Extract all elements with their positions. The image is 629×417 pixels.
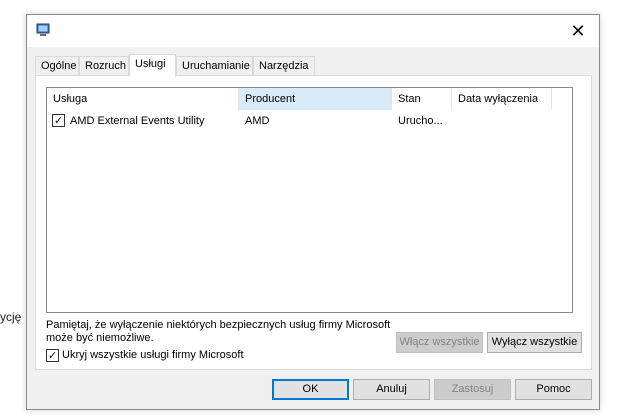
hide-microsoft-checkbox[interactable]: ✓: [46, 349, 59, 362]
app-icon: [36, 23, 50, 36]
table-row[interactable]: ✓ AMD External Events Utility AMD Urucho…: [47, 112, 572, 130]
close-button[interactable]: ✕: [557, 15, 599, 47]
service-status: Urucho...: [398, 115, 443, 127]
services-list[interactable]: Usługa Producent Stan Data wyłączenia ✓ …: [46, 87, 573, 313]
title-bar: ✕: [27, 15, 599, 47]
service-manufacturer: AMD: [245, 115, 270, 127]
service-name: AMD External Events Utility: [70, 115, 205, 127]
column-header-manufacturer[interactable]: Producent: [239, 88, 392, 110]
tab-uslugi[interactable]: Usługi: [129, 54, 176, 77]
column-header-status[interactable]: Stan: [392, 88, 452, 110]
tab-narzedzia[interactable]: Narzędzia: [253, 56, 315, 76]
hide-microsoft-label: Ukryj wszystkie usługi firmy Microsoft: [62, 349, 244, 361]
service-checkbox[interactable]: ✓: [52, 114, 65, 127]
enable-all-button[interactable]: Włącz wszystkie: [396, 332, 483, 353]
system-configuration-dialog: ✕ Ogólne Rozruch Usługi Uruchamianie Nar…: [26, 14, 600, 410]
apply-button[interactable]: Zastosuj: [434, 379, 511, 400]
disable-all-button[interactable]: Wyłącz wszystkie: [487, 332, 582, 353]
tab-uruchamianie[interactable]: Uruchamianie: [176, 56, 253, 76]
microsoft-services-note: Pamiętaj, że wyłączenie niektórych bezpi…: [46, 319, 391, 344]
close-icon: ✕: [570, 20, 586, 42]
help-button[interactable]: Pomoc: [515, 379, 592, 400]
services-panel: Usługa Producent Stan Data wyłączenia ✓ …: [35, 75, 592, 370]
background-partial-text: ycję: [0, 310, 22, 324]
column-header-disabled-date[interactable]: Data wyłączenia: [452, 88, 552, 110]
cancel-button[interactable]: Anuluj: [353, 379, 430, 400]
tab-ogolne[interactable]: Ogólne: [35, 56, 79, 76]
ok-button[interactable]: OK: [272, 379, 349, 400]
tab-rozruch[interactable]: Rozruch: [79, 56, 129, 76]
list-header: Usługa Producent Stan Data wyłączenia: [47, 88, 572, 110]
column-header-service[interactable]: Usługa: [47, 88, 239, 110]
